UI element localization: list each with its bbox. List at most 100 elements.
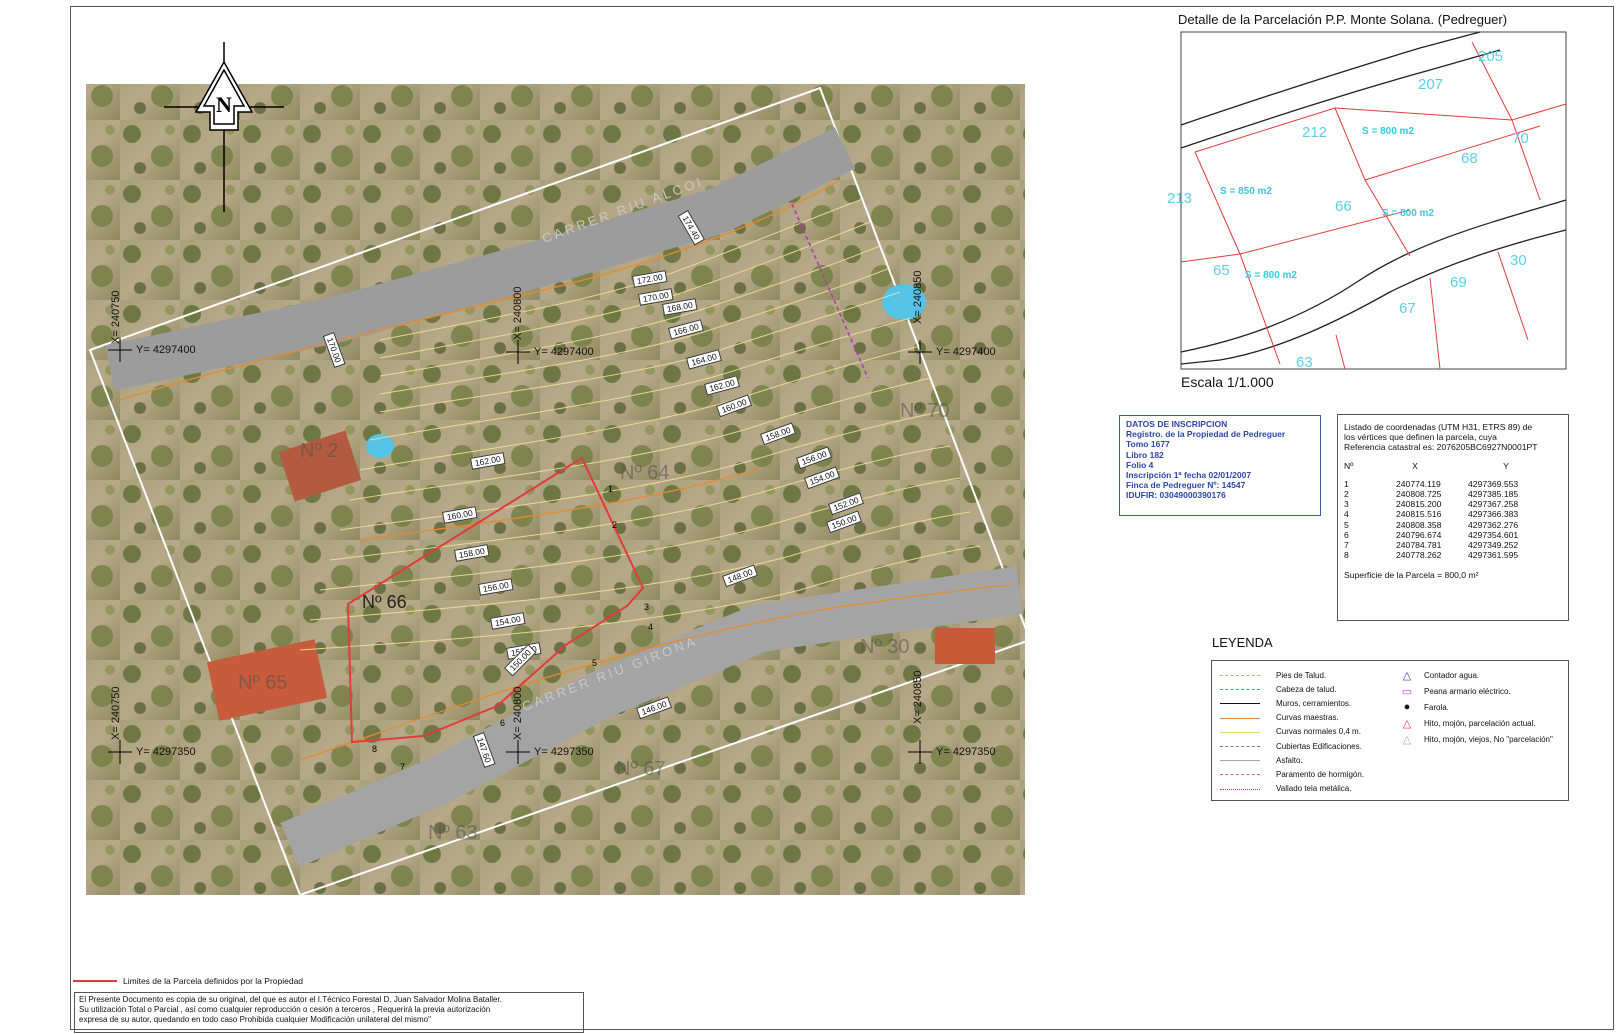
- coordinates-cell: 8: [1344, 550, 1349, 561]
- square-outline-icon: ▭: [1401, 685, 1413, 698]
- grid-label-x: X= 240800: [512, 286, 524, 340]
- legend-line-label: Cubiertas Edificaciones.: [1276, 741, 1362, 751]
- legend-symbol-label: Farola.: [1424, 702, 1449, 712]
- coordinates-cell: 240784.781: [1396, 540, 1442, 551]
- legend-line-item: Paramento de hormigón.: [1220, 768, 1364, 780]
- grid-label-x: X= 240750: [110, 290, 122, 344]
- coordinates-row: 6 240796.674 4297354.601: [1344, 530, 1556, 540]
- parcel-surface: Superficie de la Parcela = 800,0 m²: [1344, 570, 1479, 581]
- coordinates-cell: 4297367.258: [1468, 499, 1519, 510]
- coordinates-cell: 1: [1344, 478, 1349, 489]
- parcel-label: Nº 70: [900, 400, 950, 422]
- legend-line-label: Muros, cerramientos.: [1276, 698, 1352, 708]
- coordinates-cell: 240778.262: [1396, 550, 1442, 561]
- vertex-number: 3: [644, 602, 650, 612]
- legend-line-label: Paramento de hormigón.: [1276, 769, 1365, 779]
- legend-symbol-item: △ Hito, mojón, viejos, No "parcelación": [1400, 733, 1553, 746]
- triangle-outline-icon: △: [1402, 669, 1412, 682]
- coordinates-row: 3 240815.200 4297367.258: [1344, 499, 1556, 509]
- grid-label-x: X= 240850: [912, 270, 924, 324]
- legend-symbol-item: ● Farola.: [1400, 701, 1449, 713]
- coordinates-cell: 6: [1344, 529, 1349, 540]
- detail-parcel-number: 207: [1418, 76, 1444, 93]
- parcel-label: Nº 2: [300, 440, 339, 462]
- grid-label-x: X= 240850: [912, 670, 924, 724]
- detail-parcel-number: 213: [1167, 190, 1193, 207]
- legend-line-swatch: [1220, 741, 1260, 751]
- notice-line: El Presente Documento es copia de su ori…: [79, 995, 502, 1004]
- inscription-line: Finca de Pedreguer Nº: 14547: [1126, 480, 1246, 491]
- vertex-number: 7: [400, 762, 406, 772]
- notice-line: Su utilización Total o Parcial , así com…: [79, 1005, 491, 1014]
- vertex-number: 2: [612, 520, 618, 530]
- triangle-grey-icon: △: [1402, 733, 1412, 746]
- coordinates-row: 1 240774.119 4297369.553: [1344, 479, 1556, 489]
- coordinates-cell: 240774.119: [1396, 478, 1441, 489]
- coordinates-cell: 7: [1344, 540, 1349, 551]
- grid-label-y: Y= 4297400: [534, 346, 594, 358]
- limit-line-swatch: [73, 980, 117, 982]
- detail-parcel-number: 205: [1478, 48, 1504, 65]
- legend-line-label: Cabeza de talud.: [1276, 684, 1337, 694]
- detail-surface: S = 800 m2: [1382, 208, 1434, 219]
- legend-line-item: Cubiertas Edificaciones.: [1220, 740, 1362, 752]
- coordinates-cell: 5: [1344, 519, 1349, 530]
- legend-symbol-label: Contador agua.: [1424, 670, 1480, 680]
- grid-label-y: Y= 4297400: [936, 346, 996, 358]
- parcel-label: Nº 64: [620, 462, 670, 484]
- scale-label: Escala 1/1.000: [1181, 374, 1274, 390]
- legend-line-item: Muros, cerramientos.: [1220, 697, 1351, 709]
- coordinates-intro-line: Listado de coordenadas (UTM H31, ETRS 89…: [1344, 422, 1533, 432]
- coordinates-cell: 4297361.595: [1468, 550, 1519, 561]
- legend-title: LEYENDA: [1212, 635, 1273, 650]
- vertex-number: 6: [500, 718, 506, 728]
- detail-title: Detalle de la Parcelación P.P. Monte Sol…: [1178, 12, 1508, 27]
- grid-label-x: X= 240800: [512, 686, 524, 740]
- vertex-number: 8: [372, 744, 378, 754]
- legend-symbol-label: Hito, mojón, viejos, No "parcelación": [1424, 734, 1553, 744]
- copyright-notice: El Presente Documento es copia de su ori…: [74, 992, 584, 1033]
- coordinates-intro-line: Referencia catastral es: 2076205BC6927N0…: [1344, 442, 1538, 453]
- detail-parcel-number: 69: [1450, 274, 1467, 291]
- legend-line-sample: [1220, 774, 1260, 776]
- legend-line-item: Cabeza de talud.: [1220, 683, 1337, 695]
- grid-label-y: Y= 4297350: [936, 746, 996, 758]
- detail-parcel-number: 68: [1461, 150, 1478, 167]
- detail-parcel-number: 70: [1512, 130, 1529, 147]
- inscription-line: Libro 182: [1126, 449, 1164, 460]
- coordinates-intro: Listado de coordenadas (UTM H31, ETRS 89…: [1344, 422, 1562, 453]
- parcel-label: Nº 63: [428, 822, 478, 844]
- legend-line-label: Curvas maestras.: [1276, 713, 1339, 723]
- house-roof: [935, 628, 995, 664]
- coordinates-cell: 240815.516: [1396, 509, 1442, 520]
- coordinates-table: Nº X Y 1 240774.119 4297369.553 2 240808.725 42…: [1344, 461, 1556, 561]
- coordinates-header: Y: [1503, 460, 1509, 471]
- limits-legend: Limites de la Parcela definidos por la P…: [73, 976, 303, 986]
- detail-surface: S = 850 m2: [1220, 186, 1272, 197]
- legend-line-label: Asfalto.: [1276, 755, 1303, 765]
- north-label: N: [216, 92, 232, 117]
- coordinates-cell: 4297354.601: [1468, 529, 1519, 540]
- inscription-line: IDUFIR: 03049000390176: [1126, 490, 1226, 501]
- inscription-line: Inscripción 1ª fecha 02/01/2007: [1126, 470, 1252, 481]
- legend-line-label: Vallado tela metálica.: [1276, 784, 1352, 794]
- legend-line-item: Curvas normales 0,4 m.: [1220, 726, 1361, 738]
- coordinates-cell: 3: [1344, 499, 1349, 510]
- detail-parcel-number: 212: [1302, 124, 1328, 141]
- coordinates-header: Nº: [1344, 460, 1354, 471]
- coordinates-cell: 240815.200: [1396, 499, 1442, 510]
- coordinates-cell: 240796.674: [1396, 529, 1442, 540]
- detail-frame: [1180, 31, 1567, 370]
- coordinates-row: 7 240784.781 4297349.252: [1344, 540, 1556, 550]
- legend-symbol-item: △ Contador agua.: [1400, 669, 1480, 682]
- legend-line-swatch: [1220, 784, 1260, 794]
- grid-label-y: Y= 4297350: [136, 746, 196, 758]
- detail-parcel-number: 67: [1399, 300, 1416, 317]
- legend-line-item: Asfalto.: [1220, 754, 1303, 766]
- coordinates-cell: 4: [1344, 509, 1349, 520]
- triangle-red-icon: △: [1402, 717, 1412, 730]
- legend-line-sample: [1220, 717, 1260, 719]
- coordinates-cell: 4297349.252: [1468, 540, 1519, 551]
- grid-label-y: Y= 4297400: [136, 344, 196, 356]
- grid-label-x: X= 240750: [110, 686, 122, 740]
